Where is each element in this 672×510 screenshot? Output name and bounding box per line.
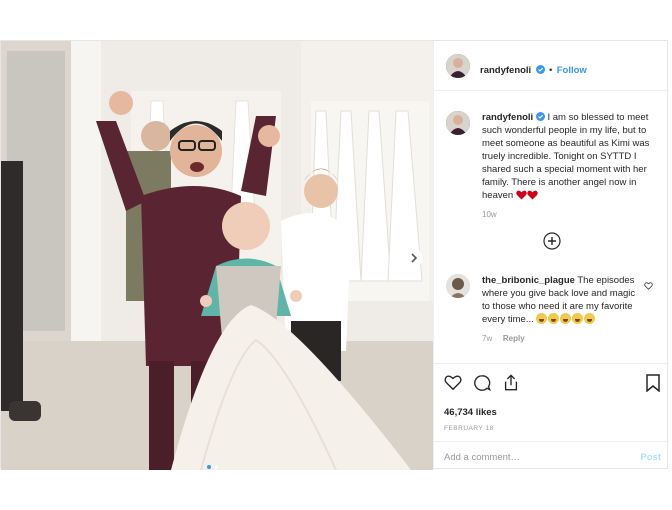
caption-text: I am so blessed to meet such wonderful p… — [482, 112, 650, 201]
like-heart-icon[interactable] — [444, 374, 462, 391]
caption-author-avatar[interactable] — [446, 111, 470, 135]
post-side-panel: randyfenoli • Follow randyfenoli I am so… — [433, 41, 669, 470]
verified-badge-icon — [535, 65, 545, 74]
crying-emoji-icons — [536, 313, 596, 325]
author-avatar[interactable] — [446, 54, 470, 78]
add-comment-bar: Add a comment… Post — [434, 441, 669, 471]
carousel-dots — [207, 456, 218, 470]
add-comment-input[interactable]: Add a comment… — [444, 452, 520, 463]
crying-emoji-icon — [548, 313, 560, 324]
red-heart-emoji-icon — [527, 190, 538, 200]
post-date: FEBRUARY 18 — [444, 425, 494, 432]
comment-time: 7w — [482, 334, 493, 343]
crying-emoji-icon — [536, 313, 548, 324]
load-more-icon[interactable] — [543, 232, 561, 250]
separator-dot: • — [549, 65, 553, 75]
instagram-post: randyfenoli • Follow randyfenoli I am so… — [0, 40, 669, 470]
red-heart-emoji-icon — [516, 190, 527, 200]
next-photo-icon[interactable] — [405, 249, 423, 267]
post-photo[interactable] — [1, 41, 433, 470]
post-header: randyfenoli • Follow — [434, 41, 669, 91]
crying-emoji-icon — [584, 313, 596, 324]
crying-emoji-icon — [560, 313, 572, 324]
caption-time: 10w — [482, 210, 497, 219]
comment-like-icon[interactable] — [644, 282, 653, 290]
save-bookmark-icon[interactable] — [646, 374, 660, 392]
comment-item: the_bribonic_plague The episodes where y… — [482, 274, 642, 345]
post-caption: randyfenoli I am so blessed to meet such… — [482, 111, 652, 221]
comment-username[interactable]: the_bribonic_plague — [482, 275, 575, 286]
reply-link[interactable]: Reply — [503, 334, 525, 343]
comment-icon[interactable] — [473, 374, 491, 392]
crying-emoji-icon — [572, 313, 584, 324]
post-comment-button[interactable]: Post — [640, 452, 661, 463]
commenter-avatar[interactable] — [446, 274, 470, 298]
author-username[interactable]: randyfenoli — [480, 65, 531, 76]
likes-count[interactable]: 46,734 likes — [444, 407, 497, 418]
caption-username[interactable]: randyfenoli — [482, 112, 533, 123]
share-icon[interactable] — [502, 373, 520, 392]
follow-button[interactable]: Follow — [557, 65, 587, 76]
post-actions: 46,734 likes FEBRUARY 18 Add a comment… … — [434, 363, 669, 470]
verified-badge-icon — [535, 112, 545, 121]
photo-illustration — [1, 41, 433, 470]
